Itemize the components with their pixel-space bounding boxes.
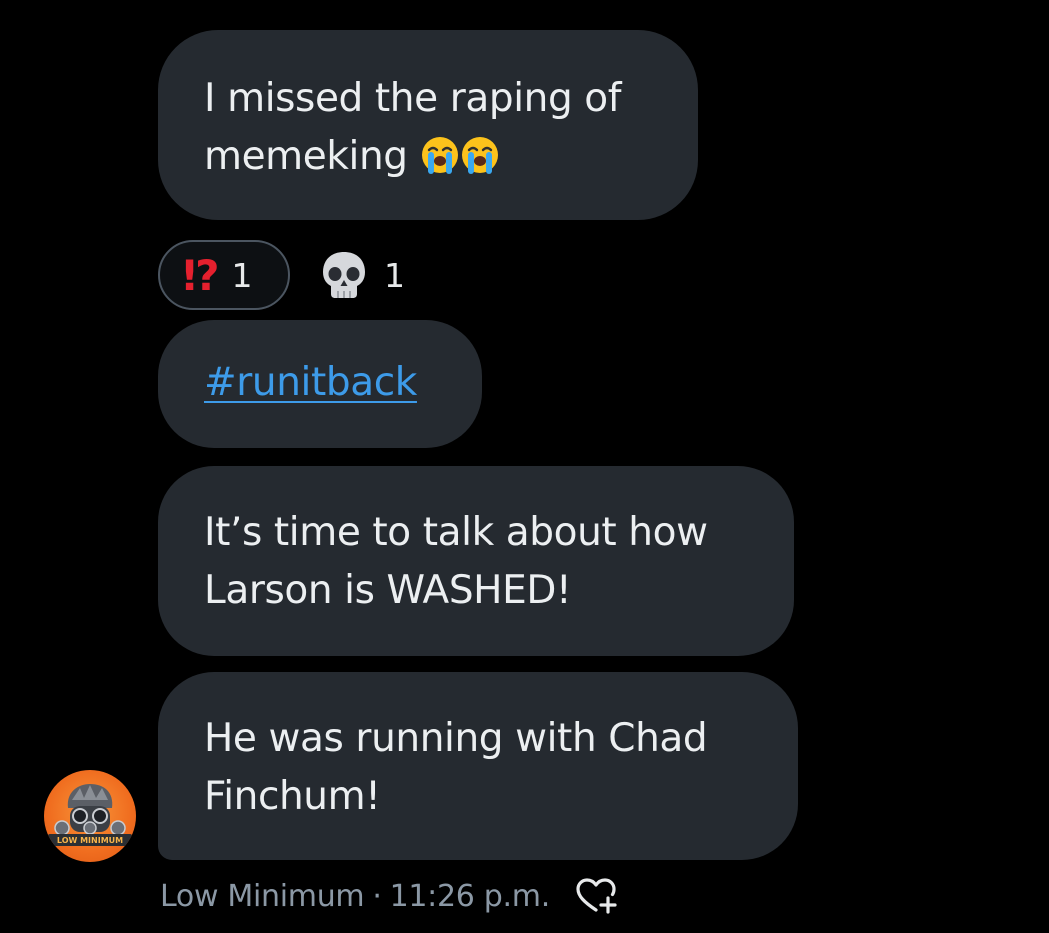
sender-name[interactable]: Low Minimum (160, 879, 365, 914)
message-text-line-2: Finchum! (204, 774, 381, 819)
message-text-line-1: He was running with Chad (204, 716, 708, 761)
hashtag-link[interactable]: #runitback (204, 360, 417, 405)
avatar-label: LOW MINIMUM (57, 836, 123, 845)
message-text-line-1: It’s time to talk about how (204, 510, 708, 555)
gas-mask-avatar-icon: LOW MINIMUM (48, 784, 132, 846)
message-bubble-3[interactable]: It’s time to talk about how Larson is WA… (158, 466, 794, 656)
message-text-word: memeking (204, 134, 408, 179)
skull-emoji (323, 252, 365, 298)
reaction-count: 1 (384, 255, 405, 295)
interrobang-emoji: !? (180, 250, 219, 300)
message-bubble-4[interactable]: He was running with Chad Finchum! (158, 672, 798, 860)
message-text-line-1: I missed the raping of (204, 76, 622, 121)
loudly-crying-emoji (408, 134, 500, 179)
heart-plus-icon[interactable] (574, 874, 618, 918)
reaction-skull[interactable]: 1 (318, 240, 418, 310)
message-timestamp: 11:26 p.m. (389, 878, 551, 914)
message-bubble-2[interactable]: #runitback (158, 320, 482, 448)
message-text-line-2: Larson is WASHED! (204, 568, 572, 613)
reaction-count: 1 (231, 255, 253, 295)
message-text-line-2: memeking (204, 128, 658, 186)
meta-separator: · (372, 878, 382, 914)
message-meta: Low Minimum · 11:26 p.m. (160, 872, 618, 920)
avatar[interactable]: LOW MINIMUM (44, 770, 136, 862)
message-bubble-1[interactable]: I missed the raping of memeking (158, 30, 698, 220)
reaction-interrobang[interactable]: !? 1 (158, 240, 290, 310)
